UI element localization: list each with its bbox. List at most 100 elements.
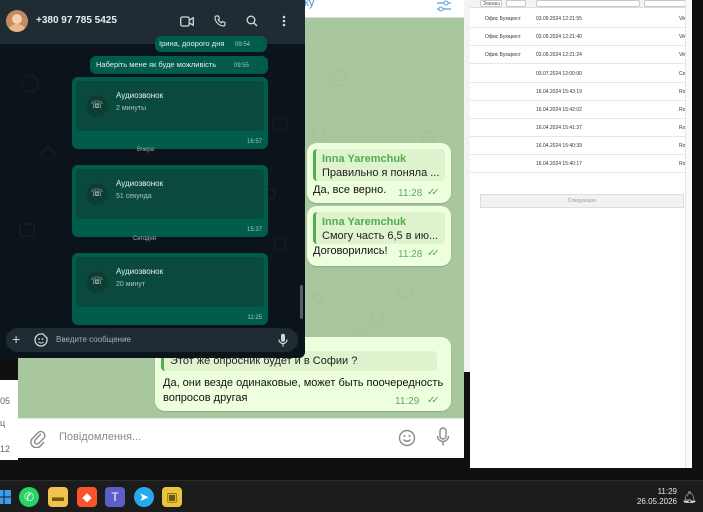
sticker-icon[interactable] bbox=[34, 333, 48, 347]
message-text: Да, все верно. bbox=[313, 184, 387, 196]
call-time: 15:37 bbox=[246, 227, 262, 233]
cell-date: 03.09.2024 12:21:24 bbox=[536, 52, 582, 58]
call-time: 11:25 bbox=[247, 315, 262, 321]
table-row[interactable]: Офис Бухарест 03.09.2024 12:21:24 Vik bbox=[470, 46, 692, 64]
start-button[interactable] bbox=[0, 487, 14, 507]
contact-name[interactable]: +380 97 785 5425 bbox=[36, 15, 117, 26]
day-separator: Вчера bbox=[137, 147, 154, 153]
reply-quote[interactable]: Inna Yaremchuk Смогу часть 6,5 в ию... bbox=[313, 212, 445, 244]
call-icon: ☏ bbox=[86, 271, 108, 293]
telegram-scrollbar[interactable] bbox=[464, 0, 470, 372]
call-duration: 20 минут bbox=[116, 281, 146, 288]
message-text-line2: вопросов другая bbox=[163, 392, 248, 404]
cell-date: 03.07.2024 12:00:00 bbox=[536, 71, 582, 77]
notes-app-icon[interactable]: ▣ bbox=[162, 487, 182, 507]
next-page-button[interactable]: Следующая bbox=[480, 194, 684, 208]
call-icon: ☏ bbox=[86, 95, 108, 117]
edge-text: 12 bbox=[0, 444, 11, 454]
background-window-edge: 05 ц 12 bbox=[0, 380, 18, 460]
call-card: ☏ Аудиозвонок 51 секунда bbox=[76, 169, 264, 219]
table-row[interactable]: 16.04.2024 15:42:02 Ro bbox=[470, 101, 692, 119]
filter-select-2[interactable] bbox=[506, 0, 526, 7]
chat-scrollbar[interactable] bbox=[300, 285, 303, 319]
audio-call-message[interactable]: ☏ Аудиозвонок 51 секунда 15:37 bbox=[72, 165, 268, 237]
call-title: Аудиозвонок bbox=[116, 91, 164, 100]
clock-date: 26.05.2026 bbox=[636, 497, 677, 506]
table-row[interactable]: Офис Бухарест 03.09.2024 12:21:40 Vik bbox=[470, 28, 692, 46]
file-explorer-icon[interactable]: ▬ bbox=[48, 487, 68, 507]
message-input[interactable]: Повідомлення... bbox=[59, 431, 141, 443]
message-text: Да, они везде одинаковые, может быть поо… bbox=[163, 377, 444, 389]
filter-input[interactable] bbox=[536, 0, 640, 7]
windows-logo-icon bbox=[0, 490, 11, 504]
double-check-icon: ✓✓ bbox=[427, 395, 440, 406]
filter-settings-icon[interactable] bbox=[436, 0, 452, 12]
call-duration: 51 секунда bbox=[116, 193, 152, 200]
cell-office: Офис Бухарест bbox=[485, 52, 521, 58]
message-input-bar: + Введите сообщение bbox=[6, 328, 298, 352]
microphone-icon[interactable] bbox=[436, 427, 450, 447]
audio-call-message[interactable]: ☏ Аудиозвонок 2 минуты 16:57 bbox=[72, 77, 268, 149]
teams-icon[interactable]: T bbox=[105, 487, 125, 507]
message-bubble[interactable]: Inna Yaremchuk Правильно я поняла ... Да… bbox=[307, 143, 451, 203]
table-row[interactable]: 16.04.2024 15:41:37 Ro bbox=[470, 119, 692, 137]
telegram-icon[interactable]: ➤ bbox=[134, 487, 154, 507]
reply-author: Inna Yaremchuk bbox=[322, 216, 407, 228]
filter-select[interactable]: Заказы bbox=[480, 0, 502, 7]
message-time: 11:28 bbox=[398, 188, 423, 199]
message-time: 11:28 bbox=[398, 249, 423, 260]
outgoing-message[interactable]: Ірина, доорого дня 09:54 bbox=[155, 36, 267, 52]
plus-icon[interactable]: + bbox=[12, 331, 20, 347]
reply-text: Правильно я поняла ... bbox=[322, 167, 440, 179]
cell-date: 16.04.2024 15:43:19 bbox=[536, 89, 582, 95]
message-text: Ірина, доорого дня bbox=[159, 39, 225, 48]
cell-date: 16.04.2024 15:42:02 bbox=[536, 107, 582, 113]
search-icon[interactable] bbox=[246, 15, 258, 27]
attach-icon[interactable] bbox=[30, 430, 46, 448]
table-row[interactable]: 16.04.2024 15:43:19 Ro bbox=[470, 83, 692, 101]
table-row[interactable]: 03.07.2024 12:00:00 Ce bbox=[470, 65, 692, 83]
reply-quote[interactable]: Inna Yaremchuk Правильно я поняла ... bbox=[313, 149, 445, 181]
outgoing-message[interactable]: Наберіть мене як буде можливість 09:55 bbox=[90, 56, 268, 74]
audio-call-message[interactable]: ☏ Аудиозвонок 20 минут 11:25 bbox=[72, 253, 268, 325]
table-row[interactable]: Офис Бухарест 03.09.2024 12:21:55 Vik bbox=[470, 10, 692, 28]
message-time: 09:55 bbox=[234, 63, 250, 69]
whatsapp-taskbar-icon[interactable]: ✆ bbox=[19, 487, 39, 507]
filter-select-label: Заказы bbox=[483, 1, 500, 7]
taskbar: ✆ ▬ ◆ T ➤ ▣ 11:29 26.05.2026 🔔︎ bbox=[0, 480, 703, 512]
edge-text: ц bbox=[0, 418, 6, 428]
phone-call-icon[interactable] bbox=[214, 15, 226, 27]
message-time: 11:29 bbox=[395, 396, 420, 407]
contact-avatar[interactable] bbox=[6, 10, 28, 32]
table-row[interactable]: 16.04.2024 15:40:17 Ro bbox=[470, 155, 692, 173]
call-duration: 2 минуты bbox=[116, 105, 147, 112]
call-card: ☏ Аудиозвонок 2 минуты bbox=[76, 81, 264, 131]
call-title: Аудиозвонок bbox=[116, 267, 164, 276]
filter-input-2[interactable] bbox=[644, 0, 686, 7]
message-text: Договорились! bbox=[313, 245, 388, 257]
video-call-icon[interactable] bbox=[180, 16, 194, 27]
call-icon: ☏ bbox=[86, 183, 108, 205]
call-time: 16:57 bbox=[246, 139, 262, 145]
cell-date: 16.04.2024 15:40:17 bbox=[536, 161, 582, 167]
header-link[interactable]: ку bbox=[304, 0, 314, 9]
message-bubble[interactable]: Inna Yaremchuk Смогу часть 6,5 в ию... Д… bbox=[307, 206, 451, 266]
message-input[interactable]: Введите сообщение bbox=[56, 335, 131, 344]
compose-bar: Повідомлення... bbox=[18, 418, 464, 458]
emoji-icon[interactable] bbox=[398, 429, 416, 447]
table-row[interactable]: 16.04.2024 15:40:39 Ro bbox=[470, 137, 692, 155]
notification-bell-icon[interactable]: 🔔︎ bbox=[682, 490, 697, 504]
message-time: 09:54 bbox=[235, 42, 251, 48]
double-check-icon: ✓✓ bbox=[427, 187, 440, 198]
cell-date: 03.09.2024 12:21:55 bbox=[536, 16, 582, 22]
whatsapp-phone-window: +380 97 785 5425 Ірина, доорого дня 09:5… bbox=[0, 0, 305, 358]
more-options-icon[interactable] bbox=[282, 15, 286, 27]
spreadsheet-window: Заказы Офис Бухарест 03.09.2024 12:21:55 V… bbox=[470, 0, 692, 468]
call-card: ☏ Аудиозвонок 20 минут bbox=[76, 257, 264, 307]
double-check-icon: ✓✓ bbox=[427, 248, 440, 259]
system-clock[interactable]: 11:29 26.05.2026 bbox=[637, 487, 677, 507]
clock-time: 11:29 bbox=[657, 487, 677, 496]
brave-browser-icon[interactable]: ◆ bbox=[77, 487, 97, 507]
sheet-right-panel bbox=[685, 0, 692, 468]
microphone-icon[interactable] bbox=[278, 333, 288, 347]
